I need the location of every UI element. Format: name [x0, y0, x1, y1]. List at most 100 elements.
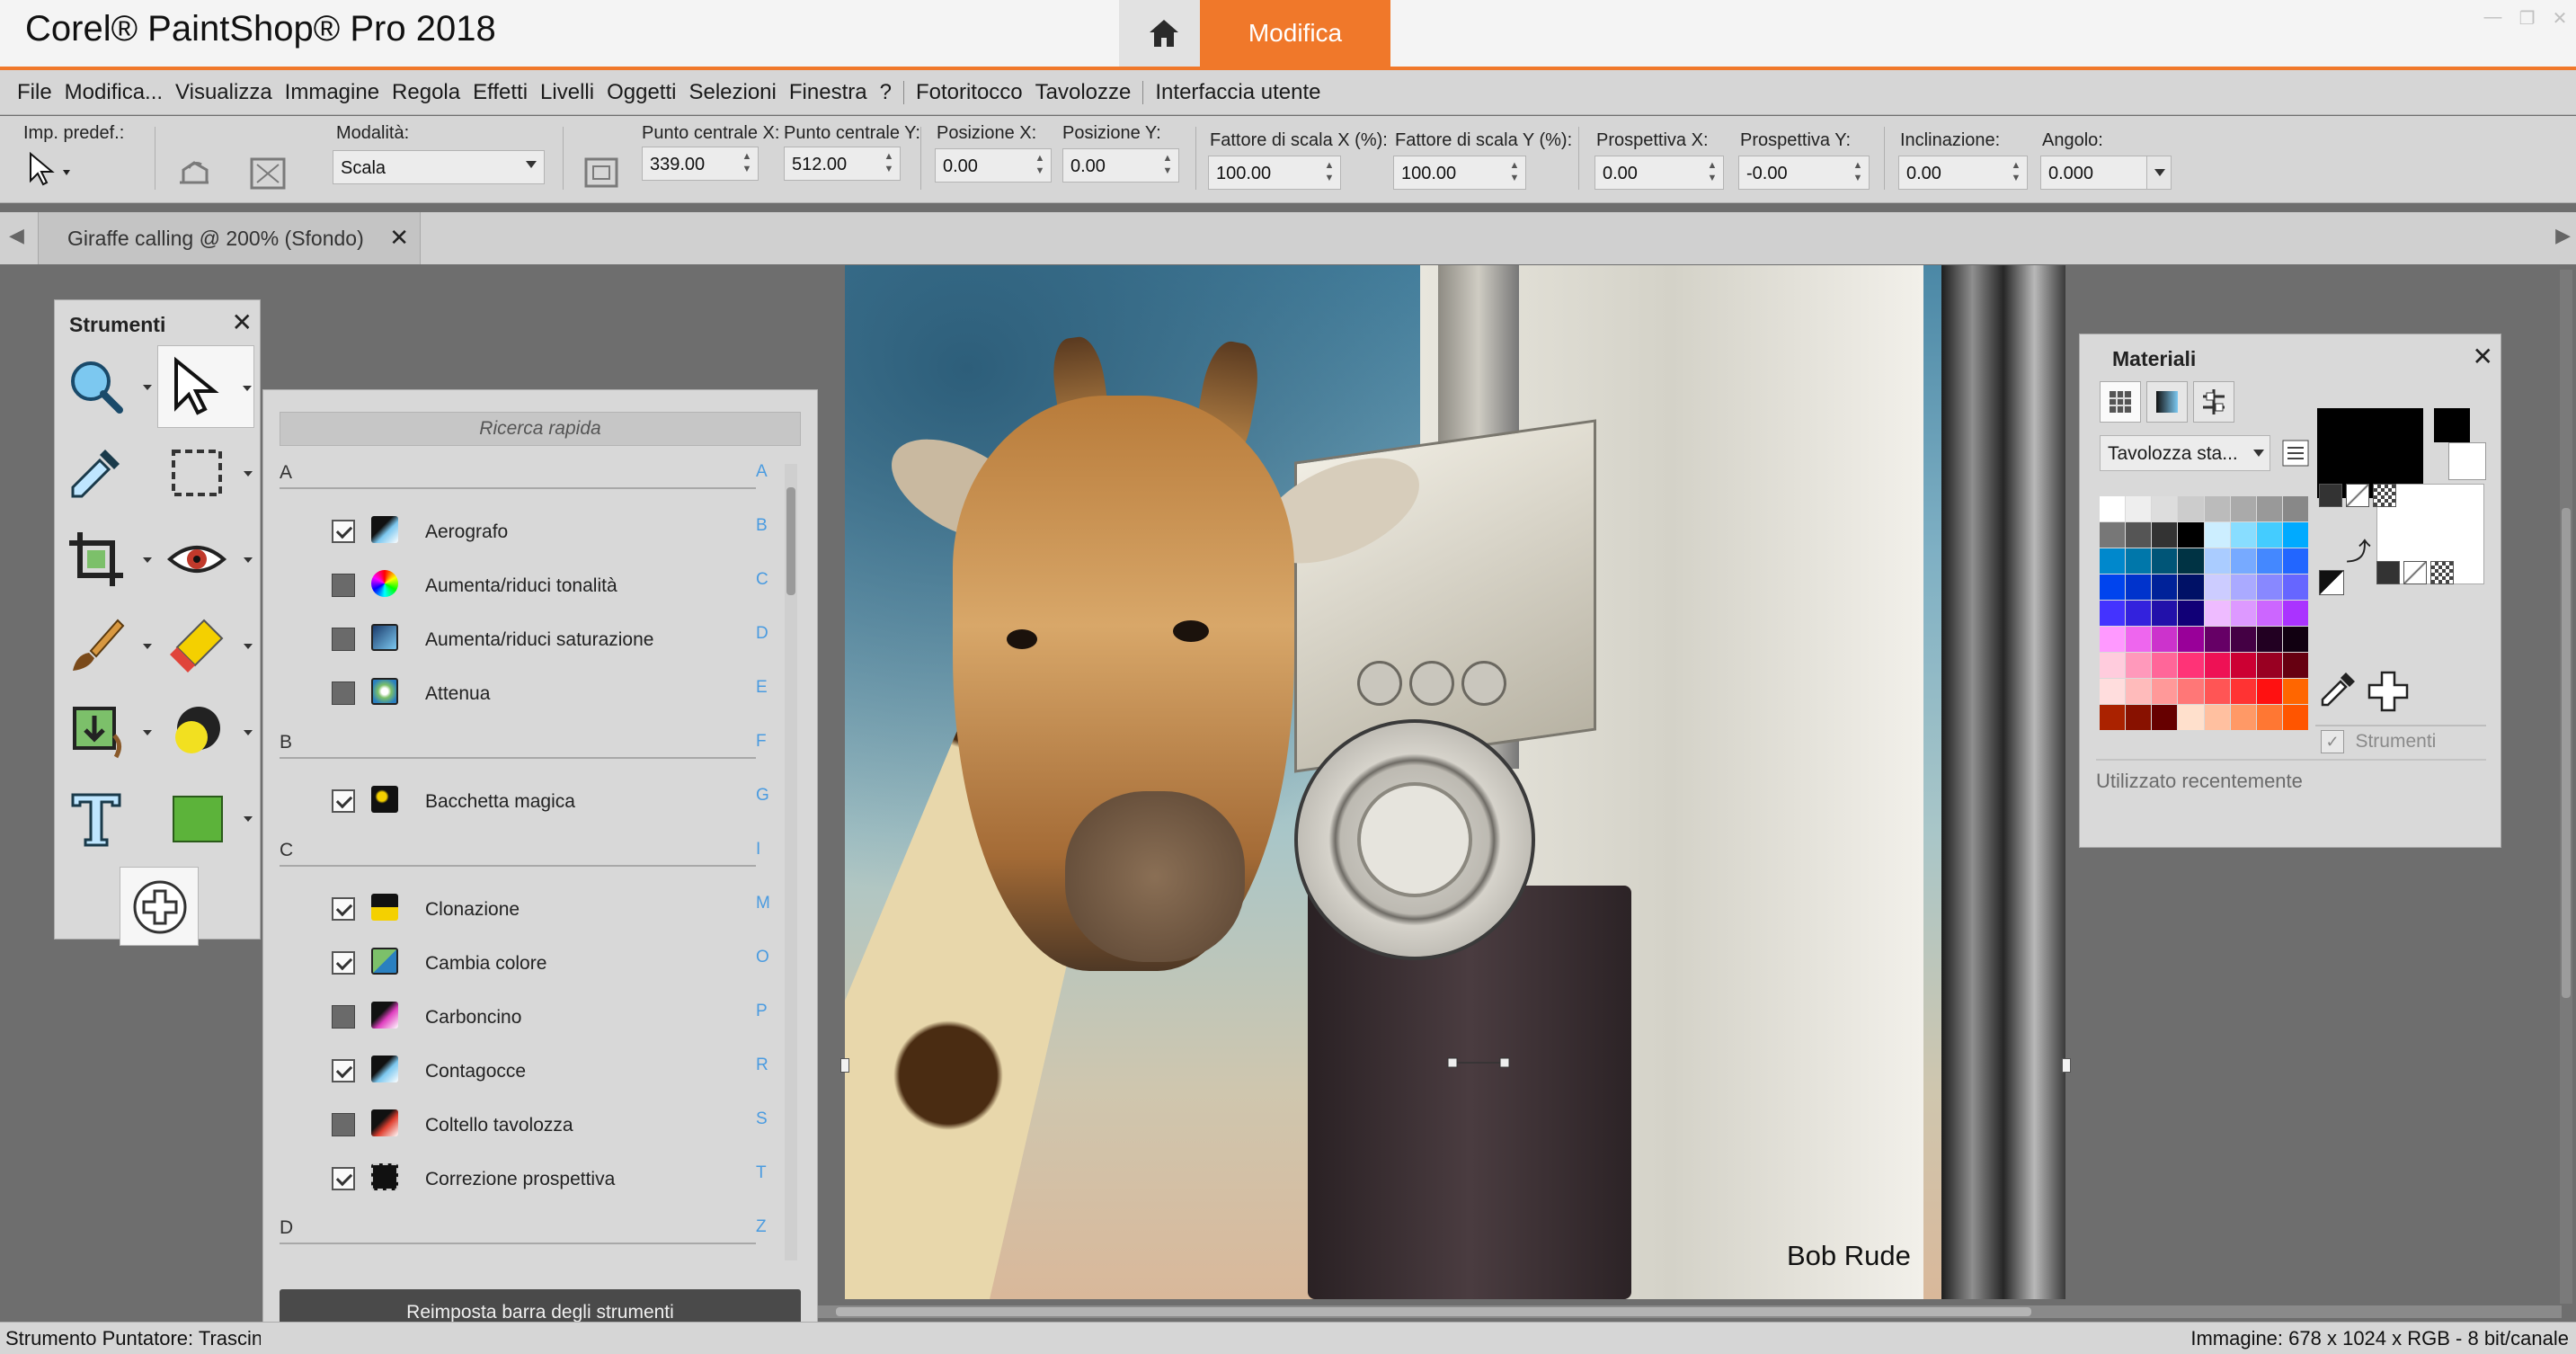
document-tab[interactable]: Giraffe calling @ 200% (Sfondo) ✕	[38, 212, 421, 264]
chevron-right-icon[interactable]: ▶	[2555, 224, 2571, 247]
color-swatch[interactable]	[2204, 575, 2230, 600]
alpha-index-e[interactable]: E	[756, 678, 768, 698]
style-pattern-icon[interactable]	[2430, 561, 2454, 584]
menu-user-interface[interactable]: Interfaccia utente	[1155, 80, 1320, 105]
swap-colors-icon[interactable]: ⤴	[2346, 532, 2371, 568]
color-swatch[interactable]	[2230, 548, 2256, 574]
list-item[interactable]: Contagocce	[332, 1052, 736, 1088]
alpha-index-p[interactable]: P	[756, 1002, 768, 1021]
foreground-small-swatch[interactable]	[2434, 408, 2470, 442]
alpha-index-b[interactable]: B	[756, 516, 768, 536]
reset-transform-button[interactable]	[171, 150, 218, 193]
alpha-index-o[interactable]: O	[756, 948, 769, 967]
pick-tool-button[interactable]	[157, 345, 254, 428]
color-swatch[interactable]	[2100, 522, 2126, 548]
spinner-icon[interactable]: ▲▼	[880, 150, 898, 177]
spinner-icon[interactable]: ▲▼	[1849, 159, 1867, 186]
scale-x-input[interactable]: 100.00 ▲ ▼	[1208, 156, 1341, 190]
red-eye-tool-button[interactable]	[157, 518, 254, 601]
color-swatch[interactable]	[2100, 705, 2126, 730]
color-swatch[interactable]	[2256, 601, 2282, 626]
style-gradient-icon[interactable]	[2346, 484, 2369, 507]
color-swatch[interactable]	[2178, 705, 2204, 730]
restore-icon[interactable]: ❐	[2519, 7, 2536, 29]
checkbox-palette-knife[interactable]	[332, 1113, 355, 1136]
color-swatch[interactable]	[2256, 705, 2282, 730]
color-swatch[interactable]	[2152, 679, 2178, 704]
alpha-index-d[interactable]: D	[756, 624, 768, 644]
menu-help[interactable]: ?	[880, 80, 892, 105]
style-pattern-icon[interactable]	[2373, 484, 2396, 507]
menu-image[interactable]: Immagine	[285, 80, 379, 105]
fit-selection-button[interactable]	[244, 152, 291, 195]
spinner-icon[interactable]: ▲▼	[1506, 159, 1523, 186]
color-swatch[interactable]	[2204, 679, 2230, 704]
alpha-index-c[interactable]: C	[756, 570, 768, 590]
list-item[interactable]: Aumenta/riduci tonalità	[332, 566, 736, 602]
color-swatch[interactable]	[2230, 653, 2256, 678]
color-swatch[interactable]	[2178, 679, 2204, 704]
checkbox-saturation[interactable]	[332, 628, 355, 651]
color-swatch[interactable]	[2230, 627, 2256, 652]
paint-brush-tool-button[interactable]	[57, 604, 154, 687]
checkbox-airbrush[interactable]	[332, 520, 355, 543]
color-swatch[interactable]	[2100, 496, 2126, 521]
color-swatch[interactable]	[2230, 496, 2256, 521]
perspective-y-input[interactable]: -0.00 ▲ ▼	[1738, 156, 1870, 190]
color-swatch[interactable]	[2256, 496, 2282, 521]
color-swatch[interactable]	[2152, 653, 2178, 678]
color-swatch[interactable]	[2230, 705, 2256, 730]
checkbox-soften[interactable]	[332, 681, 355, 705]
color-swatch[interactable]	[2282, 705, 2308, 730]
list-item[interactable]: Correzione prospettiva	[332, 1160, 736, 1196]
color-swatch[interactable]	[2282, 653, 2308, 678]
color-swatch[interactable]	[2126, 522, 2152, 548]
color-swatch[interactable]	[2204, 601, 2230, 626]
color-swatch[interactable]	[2126, 627, 2152, 652]
color-swatch[interactable]	[2126, 679, 2152, 704]
shape-tool-button[interactable]	[157, 777, 254, 860]
position-x-input[interactable]: 0.00 ▲ ▼	[935, 148, 1052, 183]
spinner-icon[interactable]: ▲▼	[738, 150, 756, 177]
tools-checkbox[interactable]: ✓	[2321, 730, 2344, 753]
tab-adjust[interactable]	[2193, 381, 2234, 423]
color-swatch[interactable]	[2204, 522, 2230, 548]
color-swatch[interactable]	[2230, 601, 2256, 626]
selection-handle-left[interactable]	[840, 1058, 849, 1073]
color-swatch[interactable]	[2230, 522, 2256, 548]
swatch-grid[interactable]	[2100, 496, 2308, 730]
crop-tool-button[interactable]	[57, 518, 154, 601]
color-swatch[interactable]	[2152, 575, 2178, 600]
menu-view[interactable]: Visualizza	[175, 80, 272, 105]
tab-gradients[interactable]	[2146, 381, 2188, 423]
list-scrollbar[interactable]	[785, 464, 797, 1260]
menu-window[interactable]: Finestra	[789, 80, 867, 105]
menu-layers[interactable]: Livelli	[540, 80, 594, 105]
position-y-input[interactable]: 0.00 ▲ ▼	[1062, 148, 1179, 183]
alpha-index-m[interactable]: M	[756, 894, 770, 913]
dropper-button[interactable]	[2315, 667, 2360, 712]
color-swatch[interactable]	[2256, 679, 2282, 704]
zoom-tool-button[interactable]	[57, 345, 154, 428]
selection-handle-right[interactable]	[2062, 1058, 2071, 1073]
color-swatch[interactable]	[2178, 496, 2204, 521]
color-swatch[interactable]	[2178, 601, 2204, 626]
list-item[interactable]: Clonazione	[332, 890, 736, 926]
color-swatch[interactable]	[2126, 496, 2152, 521]
color-swatch[interactable]	[2282, 522, 2308, 548]
alpha-index-f[interactable]: F	[756, 732, 767, 752]
spinner-icon[interactable]: ▲▼	[1159, 152, 1177, 179]
close-icon[interactable]: ✕	[389, 224, 409, 252]
color-swatch[interactable]	[2178, 627, 2204, 652]
color-swatch[interactable]	[2100, 548, 2126, 574]
color-swatch[interactable]	[2282, 496, 2308, 521]
menu-photo-retouch[interactable]: Fotoritocco	[916, 80, 1023, 105]
menu-adjust[interactable]: Regola	[392, 80, 460, 105]
color-swatch[interactable]	[2282, 679, 2308, 704]
color-swatch[interactable]	[2282, 575, 2308, 600]
background-small-swatch[interactable]	[2448, 442, 2486, 480]
color-swatch[interactable]	[2204, 653, 2230, 678]
alpha-index-z[interactable]: Z	[756, 1217, 767, 1237]
checkbox-perspective-correction[interactable]	[332, 1167, 355, 1190]
color-swatch[interactable]	[2256, 653, 2282, 678]
